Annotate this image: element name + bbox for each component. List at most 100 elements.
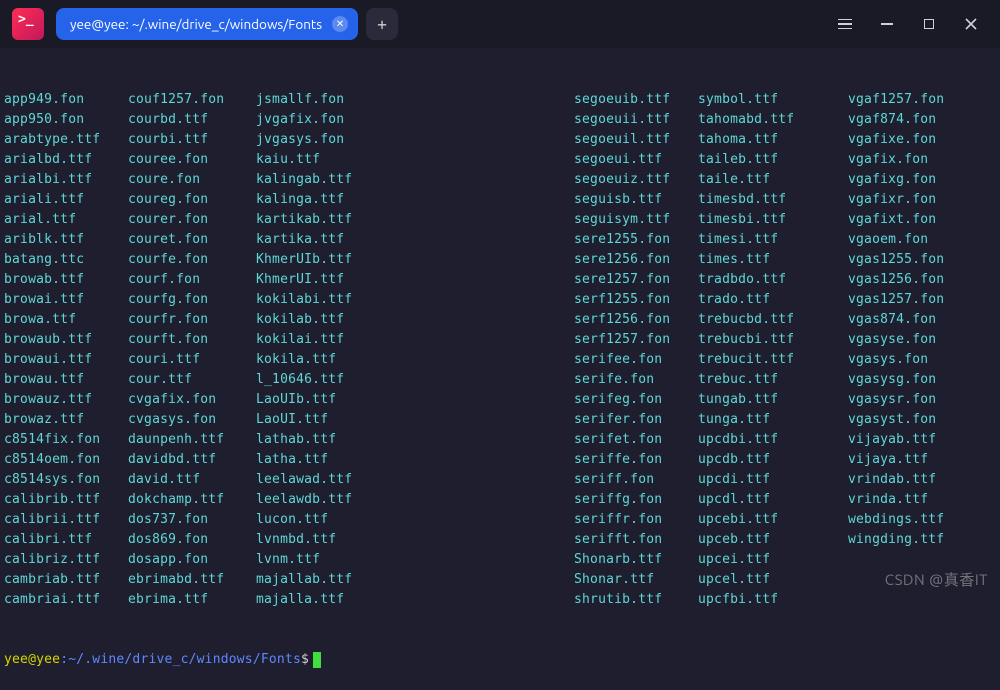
close-window-button[interactable] [962,15,980,33]
file-entry [426,510,574,530]
file-entry: trebucbd.ttf [698,310,848,330]
file-entry: lathab.ttf [256,430,426,450]
file-entry: segoeuil.ttf [574,130,698,150]
file-entry: segoeui.ttf [574,150,698,170]
file-entry: tungab.ttf [698,390,848,410]
file-entry: cour.ttf [128,370,256,390]
file-entry: upcebi.ttf [698,510,848,530]
file-entry [426,250,574,270]
file-entry [426,330,574,350]
minimize-icon [881,23,893,25]
file-entry: serife.fon [574,370,698,390]
file-entry: vgas1256.fon [848,270,996,290]
file-entry: couret.fon [128,230,256,250]
file-entry: app949.fon [4,90,128,110]
file-entry: leelawdb.ttf [256,490,426,510]
file-entry: calibrii.ttf [4,510,128,530]
file-entry: majalla.ttf [256,590,426,610]
titlebar: >_ yee@yee: ~/.wine/drive_c/windows/Font… [0,0,1000,48]
file-entry: l_10646.ttf [256,370,426,390]
file-entry: vgasysr.fon [848,390,996,410]
file-entry: kokila.ttf [256,350,426,370]
file-entry: vgafixe.fon [848,130,996,150]
file-entry: browaub.ttf [4,330,128,350]
file-entry: vijayab.ttf [848,430,996,450]
file-entry: upcdb.ttf [698,450,848,470]
file-entry: upcdbi.ttf [698,430,848,450]
file-entry: vgasysg.fon [848,370,996,390]
file-entry: vgas1257.fon [848,290,996,310]
terminal-output[interactable]: app949.fonapp950.fonarabtype.ttfarialbd.… [0,48,1000,690]
file-entry: tahoma.ttf [698,130,848,150]
file-entry: latha.ttf [256,450,426,470]
file-entry [426,490,574,510]
file-entry: arialbd.ttf [4,150,128,170]
watermark: CSDN @真香IT [885,569,988,590]
file-entry: Shonar.ttf [574,570,698,590]
file-entry: vgasyst.fon [848,410,996,430]
file-entry: trebucit.ttf [698,350,848,370]
file-entry: vgafixr.fon [848,190,996,210]
file-entry: lucon.ttf [256,510,426,530]
file-column: segoeuib.ttfsegoeuii.ttfsegoeuil.ttfsego… [574,90,698,610]
file-entry: vrindab.ttf [848,470,996,490]
file-entry [426,410,574,430]
file-entry: vrinda.ttf [848,490,996,510]
file-entry: browab.ttf [4,270,128,290]
prompt-line: yee@yee:~/.wine/drive_c/windows/Fonts$ [4,650,996,670]
file-entry: serifer.fon [574,410,698,430]
file-entry: ebrimabd.ttf [128,570,256,590]
file-entry: kokilai.ttf [256,330,426,350]
file-entry: serifet.fon [574,430,698,450]
file-entry: Shonarb.ttf [574,550,698,570]
file-entry: vgaoem.fon [848,230,996,250]
file-entry: lvnm.ttf [256,550,426,570]
file-entry: trado.ttf [698,290,848,310]
file-entry: ariali.ttf [4,190,128,210]
file-entry: jvgafix.fon [256,110,426,130]
menu-button[interactable] [836,15,854,33]
close-tab-button[interactable]: ✕ [332,16,348,32]
close-icon [965,18,977,30]
file-entry: kokilab.ttf [256,310,426,330]
file-entry: vgas874.fon [848,310,996,330]
file-entry: seriffe.fon [574,450,698,470]
file-entry: jvgasys.fon [256,130,426,150]
file-entry: browa.ttf [4,310,128,330]
file-entry: courft.fon [128,330,256,350]
maximize-button[interactable] [920,15,938,33]
file-entry: arial.ttf [4,210,128,230]
file-entry: upcdl.ttf [698,490,848,510]
minimize-button[interactable] [878,15,896,33]
file-entry: sere1257.fon [574,270,698,290]
new-tab-button[interactable]: + [366,8,398,40]
file-entry: vgafix.fon [848,150,996,170]
file-entry: serf1255.fon [574,290,698,310]
file-entry: segoeuii.ttf [574,110,698,130]
file-entry: kalinga.ttf [256,190,426,210]
active-tab[interactable]: yee@yee: ~/.wine/drive_c/windows/Fonts ✕ [56,8,358,40]
file-entry: upcdi.ttf [698,470,848,490]
file-entry: vgaf874.fon [848,110,996,130]
file-entry: jsmallf.fon [256,90,426,110]
file-entry [426,150,574,170]
file-entry: dos737.fon [128,510,256,530]
file-entry: lvnmbd.ttf [256,530,426,550]
file-entry: calibriz.ttf [4,550,128,570]
file-entry: serf1257.fon [574,330,698,350]
file-entry: serifee.fon [574,350,698,370]
file-entry: times.ttf [698,250,848,270]
file-entry: upcei.ttf [698,550,848,570]
file-entry: browauz.ttf [4,390,128,410]
file-entry: taileb.ttf [698,150,848,170]
file-entry: courf.fon [128,270,256,290]
file-entry [426,430,574,450]
file-column [426,90,574,610]
file-entry [426,590,574,610]
file-entry [426,470,574,490]
maximize-icon [924,19,934,29]
file-entry: c8514fix.fon [4,430,128,450]
file-entry [426,210,574,230]
file-entry: vgasys.fon [848,350,996,370]
prompt-user: yee@yee [4,650,60,670]
